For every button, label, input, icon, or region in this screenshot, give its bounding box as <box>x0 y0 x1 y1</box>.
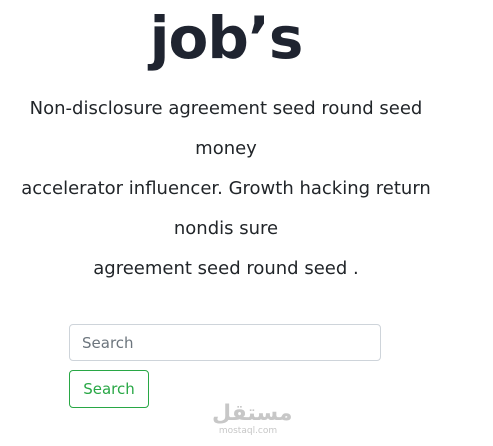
description-line: agreement seed round seed . <box>93 258 359 279</box>
watermark-arabic: مستقل <box>212 401 293 426</box>
watermark-logo: مستقل mostaql.com <box>212 401 293 437</box>
description: Non-disclosure agreement seed round seed… <box>0 89 452 289</box>
description-line: Non-disclosure agreement seed round seed <box>29 98 423 119</box>
description-line: nondis sure <box>173 218 279 239</box>
watermark-latin: mostaql.com <box>218 426 278 436</box>
description-line: money <box>195 138 257 159</box>
page: job’s Non-disclosure agreement seed roun… <box>0 0 493 446</box>
description-line: accelerator influencer. Growth hacking r… <box>21 178 431 199</box>
search-button[interactable]: Search <box>69 370 149 408</box>
search-input[interactable] <box>69 324 381 361</box>
page-title: job’s <box>149 4 304 72</box>
